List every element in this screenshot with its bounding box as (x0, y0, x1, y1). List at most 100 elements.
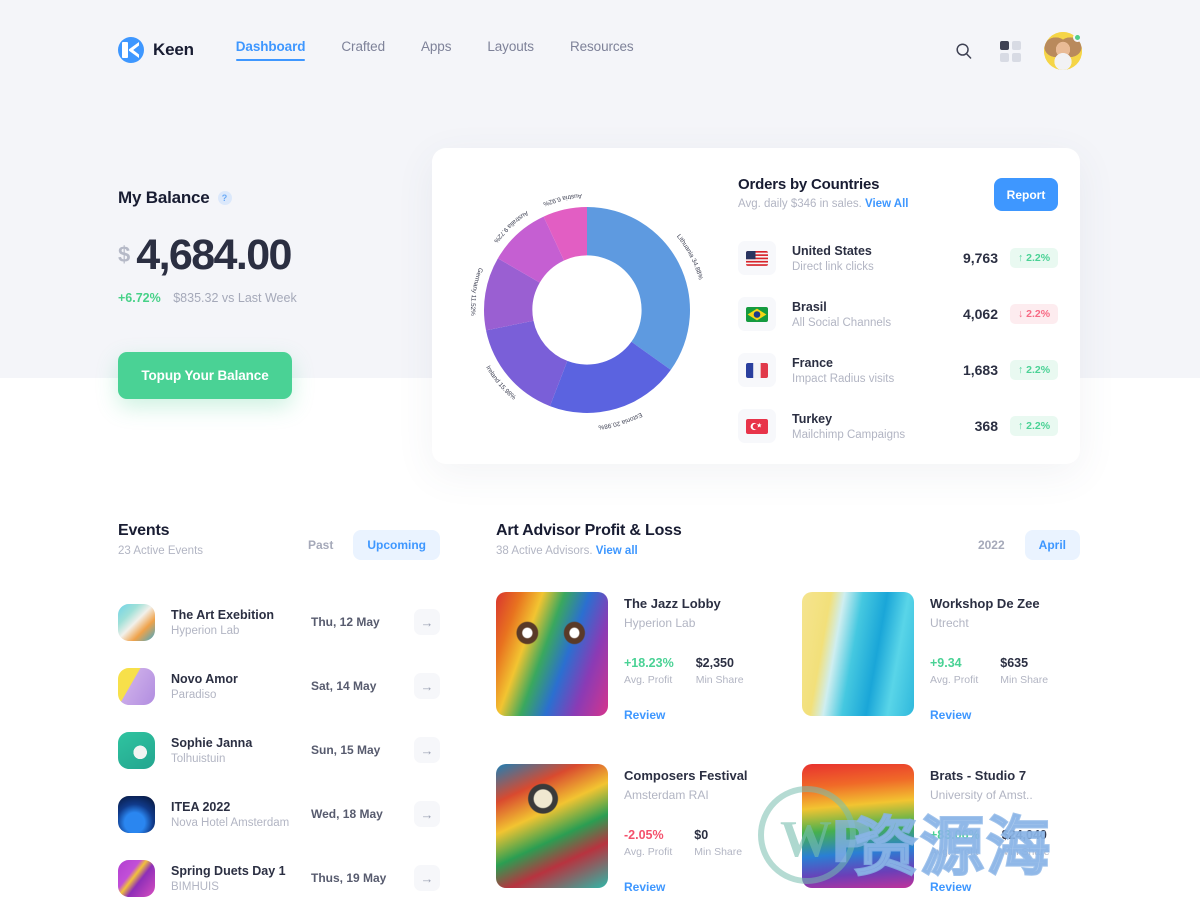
balance-currency-symbol: $ (118, 242, 131, 267)
tab-april[interactable]: April (1024, 530, 1080, 560)
rainbow-gradient (802, 764, 914, 888)
country-value: 1,683 (962, 362, 998, 378)
advisor-share-value: $0 (694, 828, 709, 842)
nav-item-resources[interactable]: Resources (570, 39, 634, 61)
nav-item-layouts[interactable]: Layouts (487, 39, 534, 61)
table-row[interactable]: Turkey Mailchimp Campaigns 368 ↑ 2.2% (738, 400, 1058, 452)
country-value: 368 (974, 418, 998, 434)
keen-logo-icon (118, 37, 144, 63)
report-button[interactable]: Report (994, 178, 1058, 211)
country-delta: 2.2% (1026, 308, 1051, 320)
events-widget: Events 23 Active Events Past Upcoming Th… (118, 522, 440, 900)
events-list: The Art Exebition Hyperion Lab Thu, 12 M… (118, 590, 440, 900)
event-go-arrow-icon[interactable]: → (414, 737, 440, 763)
event-meta: The Art Exebition Hyperion Lab (171, 608, 311, 637)
nav-item-crafted[interactable]: Crafted (341, 39, 385, 61)
event-date: Sat, 14 May (311, 679, 377, 693)
nav-item-dashboard[interactable]: Dashboard (235, 39, 306, 61)
brand-name: Keen (153, 40, 194, 59)
advisor-share-stat: $635 Min Share (1000, 656, 1048, 686)
list-item[interactable]: Novo Amor Paradiso Sat, 14 May → (118, 654, 440, 718)
advisor-review-link[interactable]: Review (930, 880, 1080, 894)
flag-icon-united-states (738, 241, 776, 275)
table-row[interactable]: France Impact Radius visits 1,683 ↑ 2.2% (738, 344, 1058, 396)
advisor-profit-label: Avg. Profit (624, 846, 673, 858)
grid-cell-2 (1011, 40, 1021, 50)
advisor-body: The Jazz Lobby Hyperion Lab +18.23% Avg.… (624, 592, 774, 722)
donut-label-germany: Germany 11.52% (469, 267, 484, 316)
event-meta: Novo Amor Paradiso (171, 672, 311, 701)
grid-cell-3 (999, 52, 1009, 62)
events-header: Events 23 Active Events Past Upcoming (118, 522, 440, 568)
flag-icon-france (738, 353, 776, 387)
advisor-review-link[interactable]: Review (930, 708, 1080, 722)
advisor-profit-label: Avg. Profit (624, 674, 673, 686)
advisor-venue: Hyperion Lab (624, 616, 696, 630)
event-name: ITEA 2022 (171, 799, 231, 814)
advisor-share-stat: $2,350 Min Share (696, 656, 744, 686)
tab-past[interactable]: Past (294, 530, 347, 560)
list-item[interactable]: The Jazz Lobby Hyperion Lab +18.23% Avg.… (496, 592, 774, 722)
event-place: Hyperion Lab (171, 624, 240, 637)
list-item[interactable]: Workshop De Zee Utrecht +9.34 Avg. Profi… (802, 592, 1080, 722)
donut-slice-lithuania[interactable] (587, 207, 690, 370)
list-item[interactable]: Brats - Studio 7 University of Amst.. +8… (802, 764, 1080, 894)
country-delta: 2.2% (1026, 252, 1051, 264)
orders-header: Orders by Countries Avg. daily $346 in s… (738, 176, 1058, 228)
event-go-arrow-icon[interactable]: → (414, 865, 440, 891)
grid-cell-4 (1011, 52, 1021, 62)
table-row[interactable]: United States Direct link clicks 9,763 ↑… (738, 232, 1058, 284)
list-item[interactable]: ITEA 2022 Nova Hotel Amsterdam Wed, 18 M… (118, 782, 440, 846)
advisor-name: Brats - Studio 7 (930, 768, 1027, 783)
avatar[interactable] (1044, 32, 1082, 70)
help-icon[interactable]: ? (217, 191, 232, 205)
tab-upcoming[interactable]: Upcoming (353, 530, 440, 560)
novo-amor-thumb (118, 667, 155, 705)
advisor-review-link[interactable]: Review (624, 880, 774, 894)
orders-by-countries-card: Lithuania 34.88% Estonia 20.98% Ireland 15… (432, 148, 1080, 464)
event-go-arrow-icon[interactable]: → (414, 801, 440, 827)
event-meta: Sophie Janna Tolhuistuin (171, 736, 311, 765)
country-title: Brasil (792, 299, 827, 314)
donut-svg: Lithuania 34.88%Estonia 20.98%Ireland 15… (469, 192, 704, 430)
advisor-body: Brats - Studio 7 University of Amst.. +8… (930, 764, 1080, 894)
orders-subtitle-text: Avg. daily $346 in sales. (738, 198, 862, 210)
balance-title: My Balance (118, 188, 210, 207)
topup-balance-button[interactable]: Topup Your Balance (118, 352, 292, 399)
grid-cell-1 (999, 40, 1009, 50)
advisors-view-all-link[interactable]: View all (596, 545, 638, 557)
tab-2022[interactable]: 2022 (964, 530, 1019, 560)
country-value: 4,062 (962, 306, 998, 322)
list-item[interactable]: Sophie Janna Tolhuistuin Sun, 15 May → (118, 718, 440, 782)
country-delta: 2.2% (1026, 420, 1051, 432)
country-name-block: Turkey Mailchimp Campaigns (792, 412, 975, 441)
orders-view-all-link[interactable]: View All (865, 198, 908, 210)
advisor-body: Workshop De Zee Utrecht +9.34 Avg. Profi… (930, 592, 1080, 722)
search-icon[interactable] (952, 39, 976, 63)
event-go-arrow-icon[interactable]: → (414, 673, 440, 699)
art-exhibition-thumb (118, 603, 155, 641)
list-item[interactable]: The Art Exebition Hyperion Lab Thu, 12 M… (118, 590, 440, 654)
brand-logo-group[interactable]: Keen (118, 37, 194, 63)
advisor-share-label: Min Share (695, 674, 744, 686)
blue-yellow-marbling (802, 592, 914, 716)
grid-icon[interactable] (998, 39, 1022, 63)
advisor-share-label: Min Share (1001, 846, 1050, 858)
nav-item-apps[interactable]: Apps (421, 39, 451, 61)
list-item[interactable]: Composers Festival Amsterdam RAI -2.05% … (496, 764, 774, 894)
orders-list-panel: Orders by Countries Avg. daily $346 in s… (738, 176, 1058, 452)
balance-title-row: My Balance ? (118, 188, 418, 208)
advisor-review-link[interactable]: Review (624, 708, 774, 722)
advisor-profit-value: -2.05% (624, 828, 664, 842)
event-date: Sun, 15 May (311, 743, 381, 757)
advisor-profit-stat: +9.34 Avg. Profit (930, 656, 978, 686)
status-badge: ↑ 2.2% (1010, 360, 1058, 380)
advisor-share-stat: $24,040 Min Share (1002, 828, 1050, 858)
list-item[interactable]: Spring Duets Day 1 BIMHUIS Thus, 19 May … (118, 846, 440, 900)
country-delta: 2.2% (1026, 364, 1051, 376)
event-date: Thu, 12 May (311, 615, 380, 629)
event-date: Wed, 18 May (311, 807, 383, 821)
my-balance-widget: My Balance ? $ 4,684.00 +6.72% $835.32 v… (118, 188, 418, 305)
event-go-arrow-icon[interactable]: → (414, 609, 440, 635)
table-row[interactable]: Brasil All Social Channels 4,062 ↓ 2.2% (738, 288, 1058, 340)
